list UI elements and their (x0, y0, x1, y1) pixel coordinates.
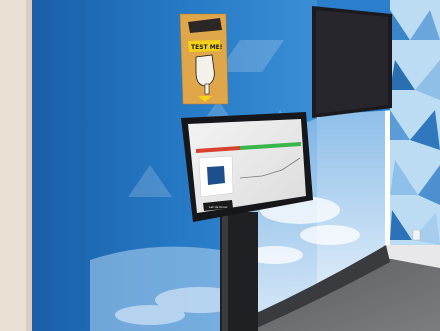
hand-finger (204, 83, 210, 95)
kiosk-panel-image (207, 166, 225, 185)
wall-outlet (412, 229, 421, 241)
photo-scene: Let Us Know TEST ME! (0, 0, 440, 331)
wall-corner (26, 0, 32, 331)
sky-lower (90, 246, 220, 331)
poster-badge-text: TEST ME! (191, 44, 223, 51)
kiosk-button-label: Let Us Know (209, 205, 228, 209)
kiosk-stand-highlight (222, 212, 228, 331)
wall-tv-screen (316, 10, 388, 114)
pointing-hand-icon (195, 54, 215, 87)
scene-drawing: Let Us Know TEST ME! (0, 0, 440, 331)
